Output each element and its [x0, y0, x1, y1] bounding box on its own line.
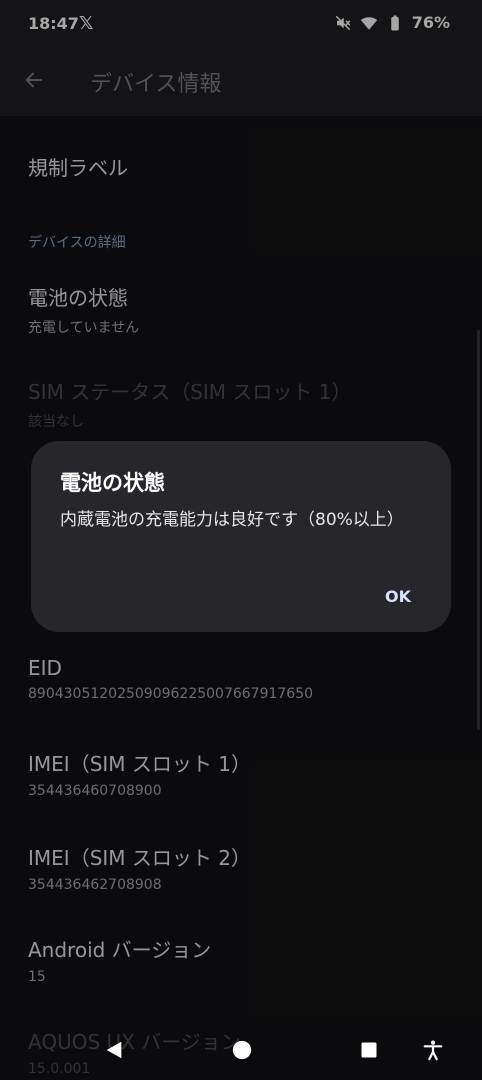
- screen: 18:47 𝕏 76% デバイス情報 規制ラベル デバイスの詳細 電池の状態 充…: [0, 0, 482, 1080]
- nav-accessibility-button[interactable]: [419, 1036, 447, 1064]
- dialog-message: 内蔵電池の充電能力は良好です（80%以上）: [60, 510, 404, 530]
- nav-back-button[interactable]: [100, 1036, 128, 1064]
- ok-button[interactable]: OK: [379, 583, 417, 610]
- back-triangle-icon: [106, 1041, 122, 1059]
- home-circle-icon: [232, 1040, 252, 1060]
- accessibility-icon: [423, 1040, 443, 1061]
- nav-recents-button[interactable]: [355, 1036, 383, 1064]
- dialog-title: 電池の状態: [60, 471, 165, 495]
- navigation-bar: [0, 1020, 482, 1080]
- battery-status-dialog: 電池の状態 内蔵電池の充電能力は良好です（80%以上） OK: [31, 441, 451, 632]
- recents-square-icon: [361, 1042, 377, 1058]
- nav-home-button[interactable]: [228, 1036, 256, 1064]
